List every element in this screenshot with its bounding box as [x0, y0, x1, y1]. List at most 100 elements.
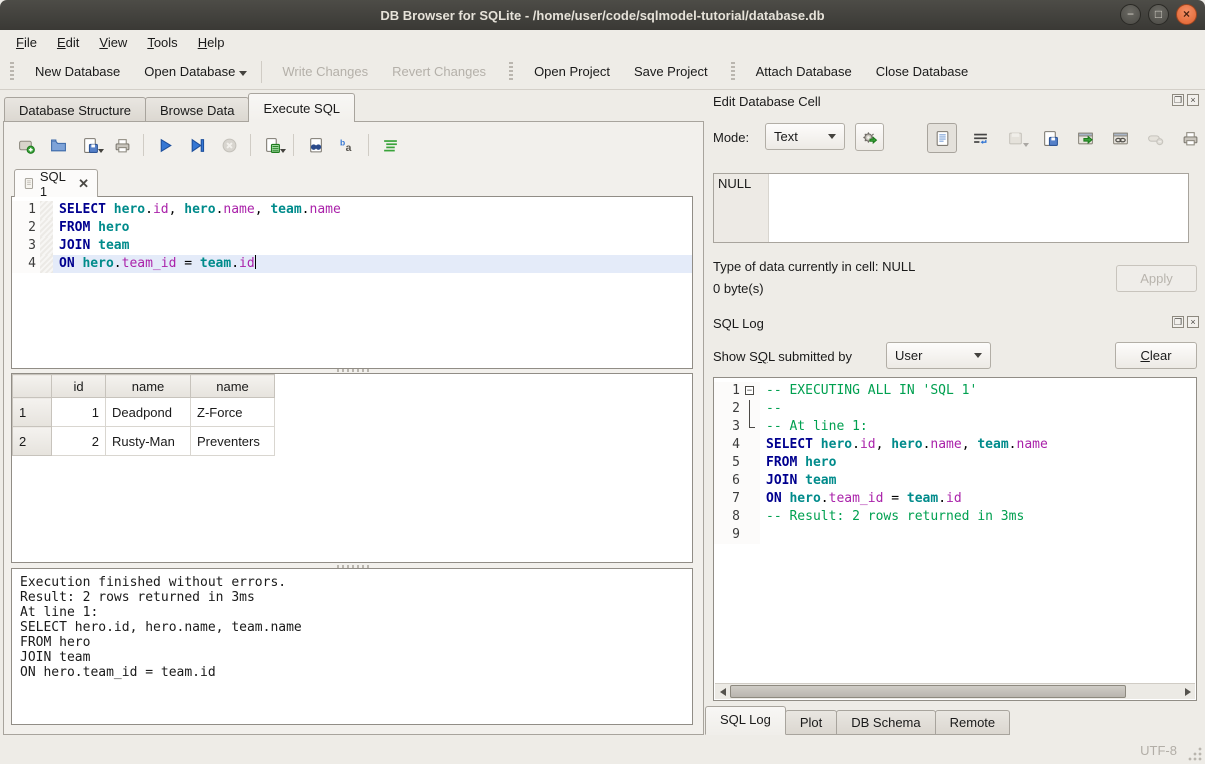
menu-view[interactable]: View: [89, 32, 137, 53]
column-header[interactable]: name: [191, 375, 275, 398]
open-in-external-button[interactable]: [1073, 126, 1097, 150]
find-icon: [307, 137, 324, 154]
scrollbar-track[interactable]: [730, 685, 1180, 698]
maximize-icon[interactable]: □: [1148, 4, 1169, 25]
line-number: 4: [714, 436, 744, 454]
menu-file[interactable]: File: [6, 32, 47, 53]
text-view-button[interactable]: [927, 123, 957, 153]
execute-all-button[interactable]: [151, 132, 179, 158]
save-sql-file-button[interactable]: [76, 132, 104, 158]
sql-code-editor[interactable]: 1SELECT hero.id, hero.name, team.name2FR…: [11, 196, 693, 369]
toolbar-drag-handle[interactable]: [10, 62, 14, 82]
scroll-right-icon[interactable]: [1180, 684, 1195, 699]
title-bar[interactable]: DB Browser for SQLite - /home/user/code/…: [0, 0, 1205, 31]
word-wrap-icon: [972, 130, 989, 147]
gear-icon: [861, 129, 878, 146]
line-number: 6: [714, 472, 744, 490]
export-dropdown-icon[interactable]: [280, 149, 286, 153]
code-line: 9: [714, 526, 1196, 544]
float-panel-icon[interactable]: ❐: [1172, 316, 1184, 328]
clear-log-button[interactable]: Clear: [1115, 342, 1197, 369]
horizontal-scrollbar[interactable]: [715, 683, 1195, 699]
format-sql-button[interactable]: [376, 132, 404, 158]
close-sql-tab-icon[interactable]: ✕: [78, 176, 89, 192]
mode-value: Text: [774, 129, 798, 144]
copy-link-button[interactable]: [1108, 126, 1132, 150]
dock-tab-db-schema[interactable]: DB Schema: [836, 710, 935, 735]
table-cell[interactable]: Z-Force: [191, 398, 275, 427]
scrollbar-thumb[interactable]: [730, 685, 1126, 698]
dock-tab-remote[interactable]: Remote: [935, 710, 1011, 735]
log-filter-select[interactable]: User: [886, 342, 991, 369]
fold-margin: [744, 490, 760, 508]
open-database-dropdown-icon[interactable]: [239, 71, 247, 76]
dock-tab-sql-log[interactable]: SQL Log: [705, 706, 786, 735]
cell-edit-toolbar: [927, 123, 1202, 153]
find-button[interactable]: [301, 132, 329, 158]
export-data-button[interactable]: [1038, 126, 1062, 150]
word-wrap-button[interactable]: [968, 126, 992, 150]
minimize-icon[interactable]: −: [1120, 4, 1141, 25]
table-cell[interactable]: 1: [52, 398, 106, 427]
new-sql-tab-button[interactable]: [12, 132, 40, 158]
row-header[interactable]: 1: [13, 398, 52, 427]
resize-grip[interactable]: [1188, 747, 1202, 761]
corner-header[interactable]: [13, 375, 52, 398]
tab-execute-sql[interactable]: Execute SQL: [248, 93, 355, 122]
execution-message-area[interactable]: Execution finished without errors. Resul…: [11, 568, 693, 725]
save-project-button[interactable]: Save Project: [619, 60, 717, 83]
print-cell-button[interactable]: [1178, 126, 1202, 150]
toolbar-separator: [293, 134, 294, 156]
mode-select[interactable]: Text: [765, 123, 845, 150]
tab-browse-data[interactable]: Browse Data: [145, 97, 249, 122]
code-line: 1−-- EXECUTING ALL IN 'SQL 1': [714, 382, 1196, 400]
new-database-button[interactable]: New Database: [20, 60, 129, 83]
line-number: 8: [714, 508, 744, 526]
close-panel-icon[interactable]: ×: [1187, 316, 1199, 328]
code-line: 2--: [714, 400, 1196, 418]
scroll-left-icon[interactable]: [715, 684, 730, 699]
toolbar-drag-handle[interactable]: [509, 62, 513, 82]
attach-database-button[interactable]: Attach Database: [741, 60, 861, 83]
table-cell[interactable]: Preventers: [191, 427, 275, 456]
print-button[interactable]: [108, 132, 136, 158]
sql-toolbar: ba: [12, 130, 404, 160]
toolbar-drag-handle[interactable]: [731, 62, 735, 82]
cell-editor-content[interactable]: [769, 174, 1188, 242]
svg-text:a: a: [345, 143, 351, 154]
menu-help[interactable]: Help: [188, 32, 235, 53]
menu-tools[interactable]: Tools: [137, 32, 187, 53]
play-to-line-icon: [189, 137, 206, 154]
code-line: 6JOIN team: [714, 472, 1196, 490]
open-project-button[interactable]: Open Project: [519, 60, 619, 83]
auto-switch-mode-button[interactable]: [855, 123, 884, 151]
fold-collapse-icon[interactable]: −: [745, 386, 754, 395]
auto-complete-button[interactable]: ba: [333, 132, 361, 158]
open-database-button[interactable]: Open Database: [129, 60, 256, 83]
export-results-button[interactable]: [258, 132, 286, 158]
table-cell[interactable]: Deadpond: [106, 398, 191, 427]
open-sql-file-button[interactable]: [44, 132, 72, 158]
execute-current-line-button[interactable]: [183, 132, 211, 158]
sql-log-view[interactable]: 1−-- EXECUTING ALL IN 'SQL 1'2--3-- At l…: [713, 377, 1197, 701]
dock-tab-plot[interactable]: Plot: [785, 710, 837, 735]
close-panel-icon[interactable]: ×: [1187, 94, 1199, 106]
float-panel-icon[interactable]: ❐: [1172, 94, 1184, 106]
close-icon[interactable]: ×: [1176, 4, 1197, 25]
column-header[interactable]: id: [52, 375, 106, 398]
fold-margin[interactable]: −: [744, 382, 760, 400]
splitter-handle[interactable]: [337, 369, 371, 372]
code-text: [760, 526, 1196, 544]
sql-file-tab[interactable]: SQL 1 ✕: [14, 169, 98, 197]
cell-editor[interactable]: NULL: [713, 173, 1189, 243]
close-database-button[interactable]: Close Database: [861, 60, 978, 83]
text-document-icon: [934, 130, 951, 147]
table-cell[interactable]: Rusty-Man: [106, 427, 191, 456]
set-null-button: [1143, 126, 1167, 150]
menu-edit[interactable]: Edit: [47, 32, 89, 53]
column-header[interactable]: name: [106, 375, 191, 398]
row-header[interactable]: 2: [13, 427, 52, 456]
tab-database-structure[interactable]: Database Structure: [4, 97, 146, 122]
save-dropdown-icon[interactable]: [98, 149, 104, 153]
table-cell[interactable]: 2: [52, 427, 106, 456]
